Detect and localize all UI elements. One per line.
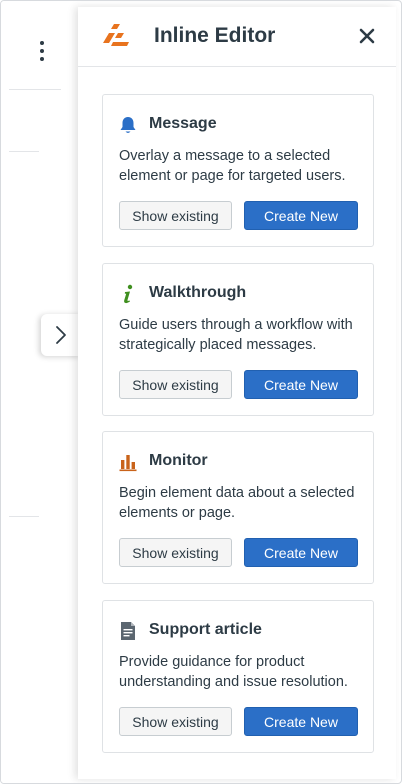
show-existing-button[interactable]: Show existing bbox=[119, 370, 232, 399]
card-description: Guide users through a workflow with stra… bbox=[119, 317, 353, 353]
create-new-button[interactable]: Create New bbox=[244, 538, 358, 567]
walkthrough-card: Walkthrough Guide users through a workfl… bbox=[102, 263, 374, 416]
card-title: Support article bbox=[149, 621, 262, 638]
logo-icon bbox=[103, 24, 129, 46]
card-description: Begin element data about a selected elem… bbox=[119, 485, 355, 521]
chevron-right-icon bbox=[56, 326, 66, 344]
document-icon bbox=[121, 622, 135, 640]
card-title: Monitor bbox=[149, 452, 208, 469]
support-article-card: Support article Provide guidance for pro… bbox=[102, 600, 374, 753]
background-divider bbox=[9, 89, 61, 90]
panel-header: Inline Editor bbox=[78, 7, 396, 67]
create-new-button[interactable]: Create New bbox=[244, 707, 358, 736]
show-existing-button[interactable]: Show existing bbox=[119, 201, 232, 230]
background-page bbox=[1, 1, 81, 783]
create-new-button[interactable]: Create New bbox=[244, 370, 358, 399]
show-existing-button[interactable]: Show existing bbox=[119, 707, 232, 736]
bell-icon bbox=[120, 117, 136, 133]
card-title: Walkthrough bbox=[149, 284, 247, 301]
create-new-button[interactable]: Create New bbox=[244, 201, 358, 230]
app-window: Inline Editor Message Overlay a message … bbox=[0, 0, 402, 784]
expand-panel-button[interactable] bbox=[41, 314, 81, 356]
panel-title: Inline Editor bbox=[154, 24, 276, 47]
card-description: Overlay a message to a selected element … bbox=[119, 148, 346, 184]
monitor-card: Monitor Begin element data about a selec… bbox=[102, 431, 374, 584]
inline-editor-panel: Inline Editor Message Overlay a message … bbox=[78, 7, 396, 779]
message-card: Message Overlay a message to a selected … bbox=[102, 94, 374, 247]
background-divider bbox=[9, 151, 39, 152]
background-divider bbox=[9, 516, 39, 517]
close-icon[interactable] bbox=[356, 25, 378, 47]
bar-chart-icon bbox=[119, 455, 137, 472]
more-options-icon[interactable] bbox=[37, 41, 47, 65]
show-existing-button[interactable]: Show existing bbox=[119, 538, 232, 567]
card-title: Message bbox=[149, 115, 217, 132]
info-icon bbox=[124, 284, 133, 304]
card-description: Provide guidance for product understandi… bbox=[119, 654, 348, 690]
